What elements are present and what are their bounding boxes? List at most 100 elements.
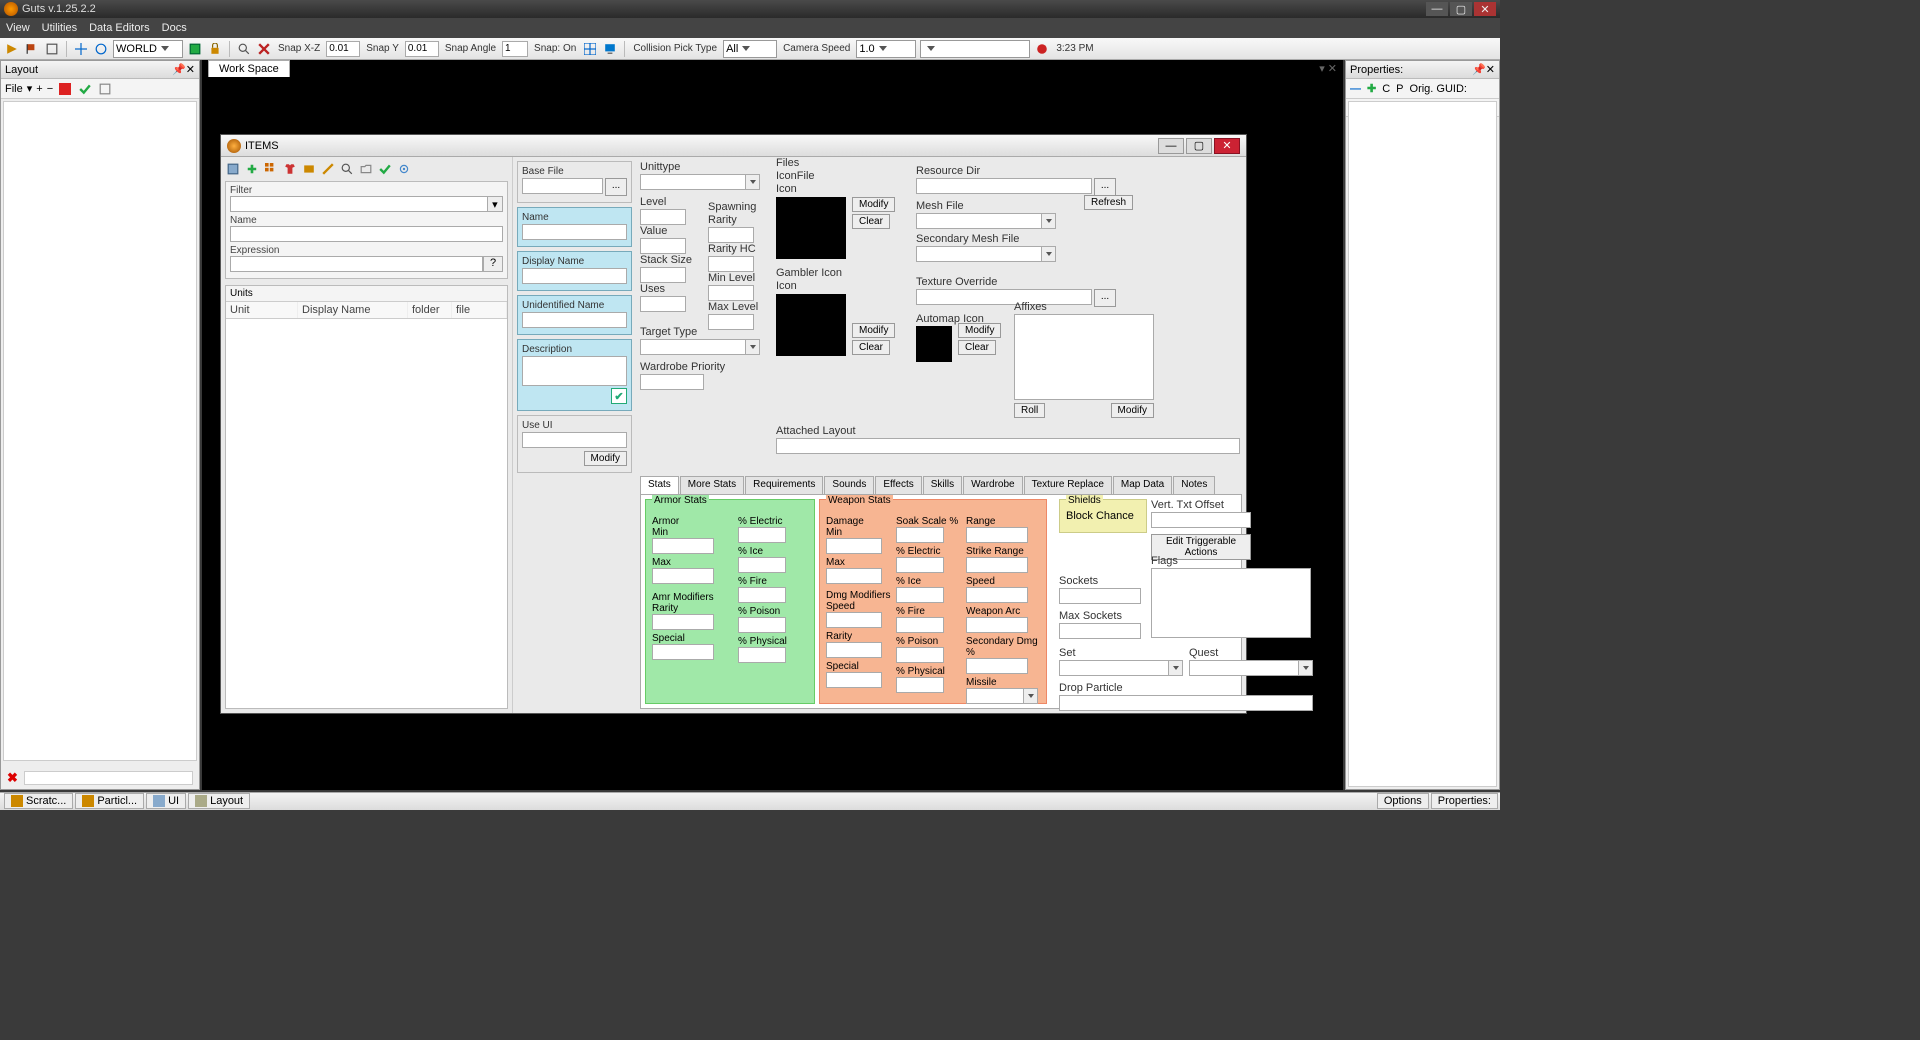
items-maximize[interactable]: ▢: [1186, 138, 1212, 154]
tab-layout[interactable]: Layout: [188, 793, 250, 809]
pencil-icon[interactable]: [320, 161, 336, 177]
gambler-modify-button[interactable]: Modify: [852, 323, 895, 338]
stack-input[interactable]: [640, 267, 686, 283]
level-input[interactable]: [640, 209, 686, 225]
marker-red-icon[interactable]: [57, 81, 73, 97]
add-icon[interactable]: ✚: [244, 161, 260, 177]
cancel-icon[interactable]: [256, 41, 272, 57]
flag-icon[interactable]: [24, 41, 40, 57]
dmg-speed-input[interactable]: [826, 612, 882, 628]
grid-icon[interactable]: [582, 41, 598, 57]
plus-icon[interactable]: ✚: [1367, 82, 1376, 95]
tab-ui[interactable]: UI: [146, 793, 186, 809]
missile-combo[interactable]: [966, 688, 1038, 704]
dmg-min-input[interactable]: [826, 538, 882, 554]
tab-wardrobe[interactable]: Wardrobe: [963, 476, 1023, 494]
maxlevel-input[interactable]: [708, 314, 754, 330]
tool-icon[interactable]: [97, 81, 113, 97]
quest-combo[interactable]: [1189, 660, 1313, 676]
snap-on-label[interactable]: Snap: On: [534, 43, 576, 54]
tab-effects[interactable]: Effects: [875, 476, 921, 494]
workspace-tab[interactable]: Work Space: [208, 60, 290, 77]
workspace-menu-icon[interactable]: ▾ ✕: [1319, 62, 1337, 75]
wice-input[interactable]: [896, 587, 944, 603]
properties-grid[interactable]: [1348, 101, 1497, 787]
armor-rarity-input[interactable]: [652, 614, 714, 630]
check-icon[interactable]: [377, 161, 393, 177]
menu-data-editors[interactable]: Data Editors: [89, 22, 150, 34]
soak-input[interactable]: [896, 527, 944, 543]
tab-mapdata[interactable]: Map Data: [1113, 476, 1172, 494]
shirt-icon[interactable]: [282, 161, 298, 177]
rarity-input[interactable]: [708, 227, 754, 243]
box-icon[interactable]: [301, 161, 317, 177]
snap-y-input[interactable]: [405, 41, 439, 57]
wspeed-input[interactable]: [966, 587, 1028, 603]
close-button[interactable]: ✕: [1474, 2, 1496, 16]
useui-input[interactable]: [522, 432, 627, 448]
uses-input[interactable]: [640, 296, 686, 312]
useui-modify-button[interactable]: Modify: [584, 451, 627, 466]
rarityhc-input[interactable]: [708, 256, 754, 272]
tab-req[interactable]: Requirements: [745, 476, 823, 494]
name-input2[interactable]: [522, 224, 627, 240]
arc-input[interactable]: [966, 617, 1028, 633]
tab-texture[interactable]: Texture Replace: [1024, 476, 1112, 494]
armor-physical-input[interactable]: [738, 647, 786, 663]
armor-max-input[interactable]: [652, 568, 714, 584]
resource-input[interactable]: [916, 178, 1092, 194]
file-menu[interactable]: File: [5, 83, 23, 95]
menu-docs[interactable]: Docs: [162, 22, 187, 34]
tab-skills[interactable]: Skills: [923, 476, 962, 494]
items-close[interactable]: ✕: [1214, 138, 1240, 154]
refresh-button[interactable]: Refresh: [1084, 195, 1133, 210]
remove-icon[interactable]: −: [47, 83, 53, 95]
items-minimize[interactable]: —: [1158, 138, 1184, 154]
expression-input[interactable]: [230, 256, 483, 272]
range-input[interactable]: [966, 527, 1028, 543]
layout-tree[interactable]: [3, 101, 197, 761]
add-icon[interactable]: +: [36, 83, 42, 95]
tab-options[interactable]: Options: [1377, 793, 1429, 809]
tab-scratch[interactable]: Scratc...: [4, 793, 73, 809]
set-combo[interactable]: [1059, 660, 1183, 676]
drop-input[interactable]: [1059, 695, 1313, 711]
armor-min-input[interactable]: [652, 538, 714, 554]
mesh-combo[interactable]: [916, 213, 1056, 229]
tab-stats[interactable]: Stats: [640, 476, 679, 494]
icon-clear-button[interactable]: Clear: [852, 214, 890, 229]
world-combo[interactable]: WORLD: [113, 40, 183, 58]
roll-button[interactable]: Roll: [1014, 403, 1045, 418]
tab-notes[interactable]: Notes: [1173, 476, 1215, 494]
wphysical-input[interactable]: [896, 677, 944, 693]
dmg-rarity-input[interactable]: [826, 642, 882, 658]
secdmg-input[interactable]: [966, 658, 1028, 674]
description-input[interactable]: [522, 356, 627, 386]
filter-dropdown[interactable]: ▾: [488, 196, 503, 212]
menu-utilities[interactable]: Utilities: [42, 22, 77, 34]
unittype-combo[interactable]: [640, 174, 760, 190]
wpoison-input[interactable]: [896, 647, 944, 663]
armor-special-input[interactable]: [652, 644, 714, 660]
armor-electric-input[interactable]: [738, 527, 786, 543]
sockets-input[interactable]: [1059, 588, 1141, 604]
tab-particle[interactable]: Particl...: [75, 793, 144, 809]
armor-ice-input[interactable]: [738, 557, 786, 573]
resource-browse[interactable]: ...: [1094, 178, 1116, 196]
monitor-icon[interactable]: [602, 41, 618, 57]
panel-close-icon[interactable]: ✕: [1486, 63, 1495, 76]
p-icon[interactable]: P: [1396, 83, 1403, 95]
automap-clear-button[interactable]: Clear: [958, 340, 996, 355]
tool-icon-1[interactable]: [44, 41, 60, 57]
folder-icon[interactable]: [358, 161, 374, 177]
automap-modify-button[interactable]: Modify: [958, 323, 1001, 338]
strike-input[interactable]: [966, 557, 1028, 573]
snap-xz-input[interactable]: [326, 41, 360, 57]
base-file-input[interactable]: [522, 178, 603, 194]
c-icon[interactable]: C: [1382, 83, 1390, 95]
armor-fire-input[interactable]: [738, 587, 786, 603]
unidentified-input[interactable]: [522, 312, 627, 328]
empty-combo[interactable]: [920, 40, 1030, 58]
tab-sounds[interactable]: Sounds: [824, 476, 874, 494]
filter-input[interactable]: [230, 196, 488, 212]
